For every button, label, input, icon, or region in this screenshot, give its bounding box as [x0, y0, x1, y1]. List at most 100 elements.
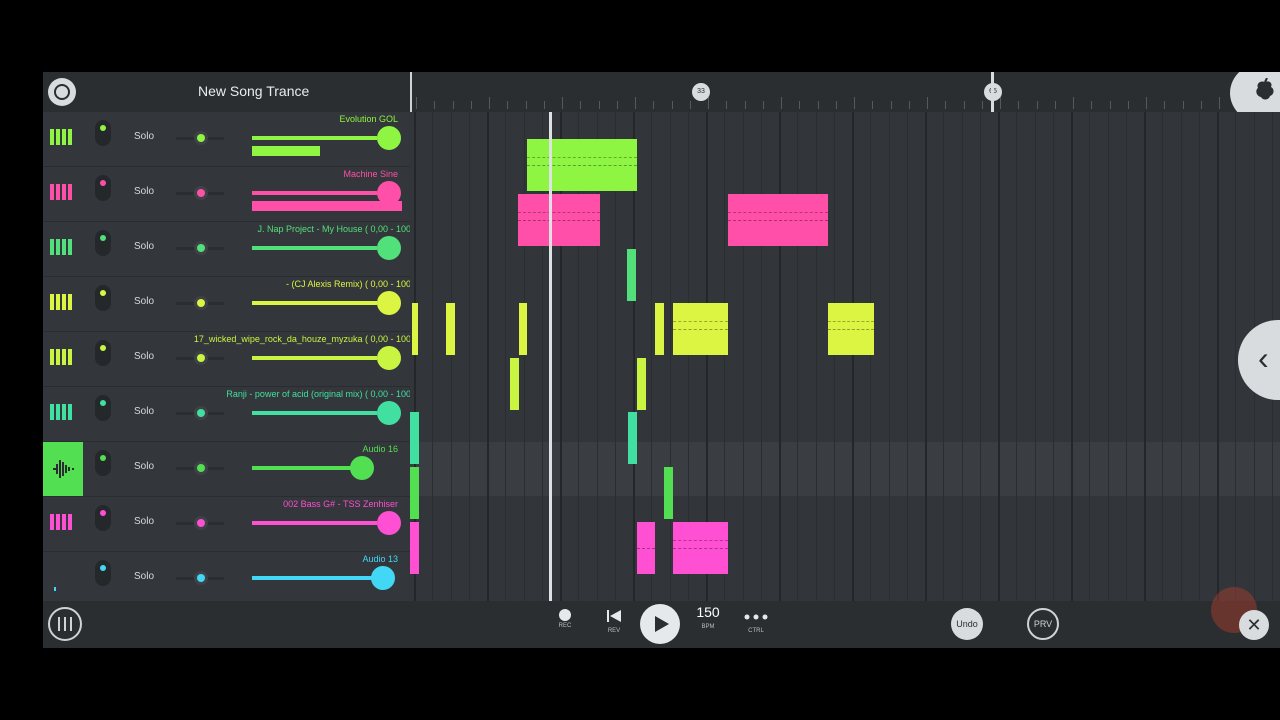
- volume-slider[interactable]: [252, 576, 377, 580]
- volume-handle[interactable]: [377, 126, 401, 150]
- audio-clip[interactable]: [628, 412, 637, 464]
- volume-handle[interactable]: [377, 236, 401, 260]
- audio-clip[interactable]: [655, 303, 664, 355]
- audio-clip[interactable]: [446, 303, 455, 355]
- pattern-clip[interactable]: [637, 522, 655, 574]
- track-row[interactable]: Solo Audio 13: [43, 552, 410, 601]
- volume-handle[interactable]: [371, 566, 395, 590]
- track-name[interactable]: J. Nap Project - My House ( 0,00 - 100): [257, 224, 410, 234]
- track-row[interactable]: Solo - (CJ Alexis Remix) ( 0,00 - 100): [43, 277, 410, 332]
- solo-button[interactable]: Solo: [134, 296, 154, 307]
- track-name[interactable]: Audio 16: [362, 444, 398, 454]
- pattern-clip[interactable]: [673, 303, 728, 355]
- pan-knob[interactable]: [194, 186, 208, 200]
- track-row[interactable]: Solo Audio 16: [43, 442, 410, 497]
- piano-icon[interactable]: [47, 508, 75, 536]
- mute-toggle[interactable]: [95, 175, 111, 201]
- fl-logo-icon[interactable]: [48, 78, 76, 106]
- prv-button[interactable]: PRV: [1027, 608, 1059, 640]
- solo-button[interactable]: Solo: [134, 351, 154, 362]
- track-name[interactable]: Audio 13: [362, 554, 398, 564]
- audio-clip[interactable]: [519, 303, 527, 355]
- ctrl-button[interactable]: CTRL: [743, 609, 769, 634]
- track-row[interactable]: Solo 17_wicked_wipe_rock_da_houze_myzuka…: [43, 332, 410, 387]
- pan-knob[interactable]: [194, 351, 208, 365]
- solo-button[interactable]: Solo: [134, 186, 154, 197]
- mute-toggle[interactable]: [95, 560, 111, 586]
- mute-toggle[interactable]: [95, 120, 111, 146]
- volume-slider[interactable]: [252, 356, 377, 360]
- volume-handle[interactable]: [377, 291, 401, 315]
- solo-button[interactable]: Solo: [134, 461, 154, 472]
- track-name[interactable]: Evolution GOL: [339, 114, 398, 124]
- mute-toggle[interactable]: [95, 230, 111, 256]
- pattern-clip[interactable]: [828, 303, 874, 355]
- track-name[interactable]: 17_wicked_wipe_rock_da_houze_myzuka ( 0,…: [194, 334, 410, 344]
- piano-icon[interactable]: [47, 178, 75, 206]
- audio-clip[interactable]: [510, 358, 519, 410]
- volume-handle[interactable]: [377, 401, 401, 425]
- volume-slider[interactable]: [252, 411, 377, 415]
- pattern-clip[interactable]: [527, 139, 637, 191]
- volume-slider[interactable]: [252, 191, 377, 195]
- close-icon[interactable]: ✕: [1239, 610, 1269, 640]
- solo-button[interactable]: Solo: [134, 131, 154, 142]
- mute-toggle[interactable]: [95, 505, 111, 531]
- mute-toggle[interactable]: [95, 340, 111, 366]
- volume-slider[interactable]: [252, 466, 352, 470]
- volume-slider[interactable]: [252, 301, 377, 305]
- waveform-icon[interactable]: [43, 442, 83, 496]
- tempo-control[interactable]: 150 BPM: [693, 604, 723, 630]
- pan-knob[interactable]: [194, 516, 208, 530]
- playhead[interactable]: [549, 112, 552, 601]
- track-row[interactable]: Solo J. Nap Project - My House ( 0,00 - …: [43, 222, 410, 277]
- pan-knob[interactable]: [194, 461, 208, 475]
- volume-slider[interactable]: [252, 246, 377, 250]
- track-name[interactable]: 002 Bass G# - TSS Zenhiser: [283, 499, 398, 509]
- volume-slider[interactable]: [252, 521, 377, 525]
- audio-clip[interactable]: [627, 249, 636, 301]
- piano-icon[interactable]: [47, 398, 75, 426]
- timeline-ruler[interactable]: 33 65: [410, 72, 1280, 112]
- piano-icon[interactable]: [47, 343, 75, 371]
- audio-clip[interactable]: [664, 467, 673, 519]
- pan-knob[interactable]: [194, 296, 208, 310]
- playlist-grid[interactable]: [410, 112, 1280, 601]
- solo-button[interactable]: Solo: [134, 571, 154, 582]
- loop-end-handle[interactable]: [991, 72, 994, 112]
- solo-button[interactable]: Solo: [134, 241, 154, 252]
- track-name[interactable]: Machine Sine: [343, 169, 398, 179]
- volume-handle[interactable]: [350, 456, 374, 480]
- rewind-button[interactable]: REV: [604, 609, 624, 634]
- pan-knob[interactable]: [194, 571, 208, 585]
- track-name[interactable]: - (CJ Alexis Remix) ( 0,00 - 100): [286, 279, 410, 289]
- track-name[interactable]: Ranji - power of acid (original mix) ( 0…: [226, 389, 410, 399]
- pattern-clip[interactable]: [673, 522, 728, 574]
- audio-clip[interactable]: [410, 467, 419, 519]
- solo-button[interactable]: Solo: [134, 406, 154, 417]
- play-button[interactable]: [640, 604, 680, 644]
- solo-button[interactable]: Solo: [134, 516, 154, 527]
- piano-icon[interactable]: [47, 123, 75, 151]
- audio-clip[interactable]: [637, 358, 646, 410]
- volume-handle[interactable]: [377, 511, 401, 535]
- volume-handle[interactable]: [377, 346, 401, 370]
- mute-toggle[interactable]: [95, 285, 111, 311]
- audio-clip[interactable]: [412, 303, 418, 355]
- pan-knob[interactable]: [194, 131, 208, 145]
- pattern-clip[interactable]: [518, 194, 600, 246]
- pan-knob[interactable]: [194, 241, 208, 255]
- record-button[interactable]: REC: [555, 609, 575, 629]
- piano-icon[interactable]: [47, 233, 75, 261]
- track-row[interactable]: Solo Ranji - power of acid (original mix…: [43, 387, 410, 442]
- track-row[interactable]: Solo Machine Sine: [43, 167, 410, 222]
- pattern-clip[interactable]: [728, 194, 828, 246]
- song-title[interactable]: New Song Trance: [198, 83, 309, 99]
- pan-knob[interactable]: [194, 406, 208, 420]
- audio-clip[interactable]: [410, 412, 419, 464]
- track-row[interactable]: Solo 002 Bass G# - TSS Zenhiser: [43, 497, 410, 552]
- volume-slider[interactable]: [252, 136, 377, 140]
- timeline-marker[interactable]: 33: [692, 83, 710, 101]
- audio-clip[interactable]: [410, 522, 419, 574]
- waveform-icon[interactable]: [47, 563, 75, 601]
